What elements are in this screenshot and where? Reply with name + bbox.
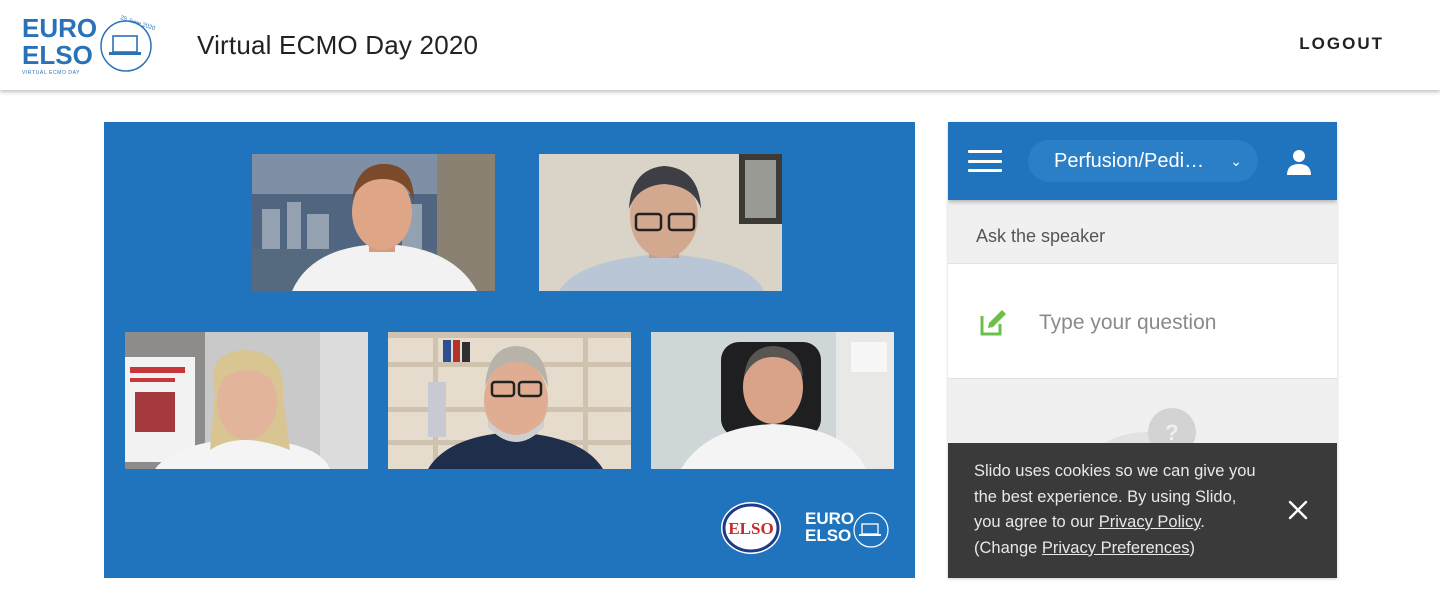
page-title: Virtual ECMO Day 2020 <box>197 30 479 60</box>
chevron-down-icon: ⌄ <box>1230 153 1242 169</box>
logout-button[interactable]: LOGOUT <box>1299 34 1384 54</box>
participant-video-1 <box>252 154 495 291</box>
menu-icon[interactable] <box>968 150 1002 172</box>
compose-icon <box>980 310 1006 336</box>
participant-video-4 <box>388 332 631 469</box>
slido-header: Perfusion/Pedi… ⌄ <box>948 122 1337 200</box>
participant-video-2 <box>539 154 782 291</box>
cookie-banner: Slido uses cookies so we can give you th… <box>948 443 1337 578</box>
top-header: EURO ELSO 25 June 2020 VIRTUAL ECMO DAY … <box>0 0 1440 90</box>
svg-text:ELSO: ELSO <box>728 519 773 538</box>
ask-speaker-label: Ask the speaker <box>976 226 1106 246</box>
privacy-policy-link[interactable]: Privacy Policy <box>1099 513 1200 531</box>
room-selector[interactable]: Perfusion/Pedi… ⌄ <box>1028 140 1258 182</box>
svg-text:ELSO: ELSO <box>805 526 851 545</box>
elso-seal-logo: ELSO <box>721 502 781 554</box>
euroelso-logo[interactable]: EURO ELSO 25 June 2020 VIRTUAL ECMO DAY <box>20 10 170 78</box>
close-icon[interactable] <box>1287 499 1309 521</box>
room-selector-label: Perfusion/Pedi… <box>1054 150 1205 172</box>
video-stage: ELSO EURO ELSO <box>104 122 915 578</box>
slido-panel: Perfusion/Pedi… ⌄ Ask the speaker Type y… <box>948 122 1337 578</box>
svg-text:25 June 2020: 25 June 2020 <box>119 15 156 32</box>
stage-logos: ELSO EURO ELSO <box>719 500 893 556</box>
question-placeholder: Type your question <box>1039 311 1217 334</box>
participant-video-3 <box>125 332 368 469</box>
euroelso-white-logo: EURO ELSO <box>805 509 889 548</box>
cookie-text-3: ) <box>1189 538 1196 557</box>
question-input[interactable]: Type your question <box>948 263 1337 379</box>
user-icon[interactable] <box>1285 148 1313 176</box>
privacy-preferences-link[interactable]: Privacy Preferences <box>1042 539 1190 557</box>
svg-text:VIRTUAL ECMO DAY: VIRTUAL ECMO DAY <box>22 70 80 76</box>
participant-video-5 <box>651 332 894 469</box>
svg-text:EURO: EURO <box>22 13 97 43</box>
svg-text:ELSO: ELSO <box>22 40 93 70</box>
svg-text:?: ? <box>1165 420 1178 445</box>
